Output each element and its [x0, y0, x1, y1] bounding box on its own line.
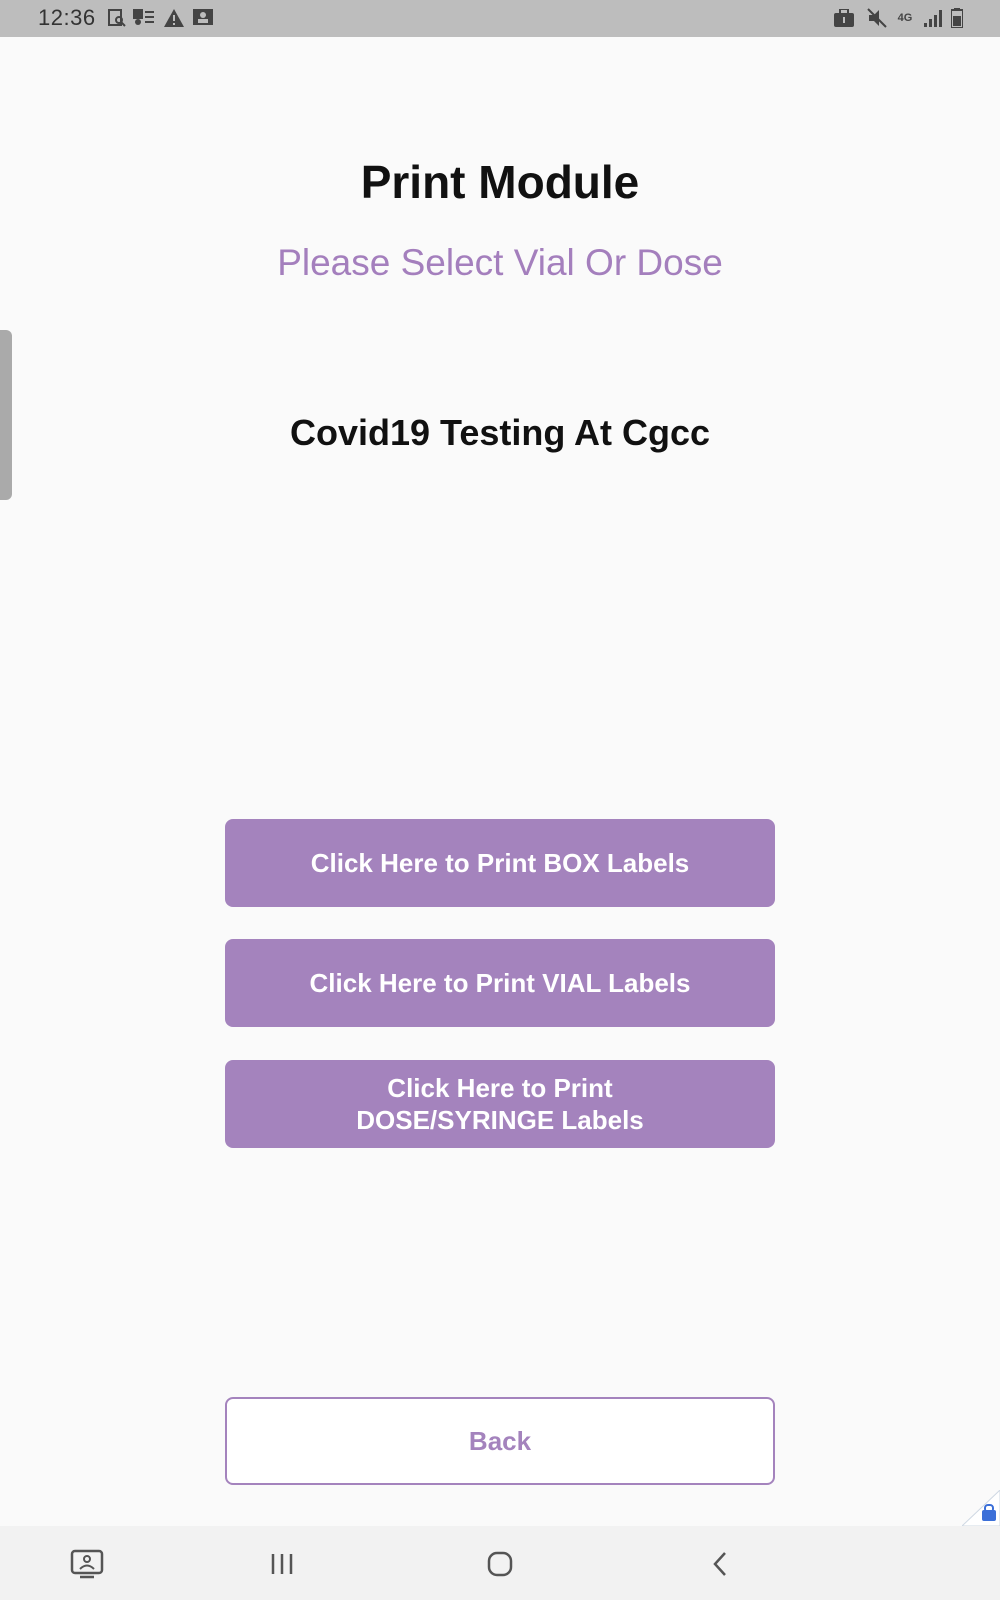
print-vial-labels-label: Click Here to Print VIAL Labels — [309, 968, 691, 998]
home-icon[interactable] — [478, 1542, 522, 1586]
print-dose-labels-button[interactable]: Click Here to Print DOSE/SYRINGE Labels — [225, 1060, 775, 1148]
print-box-labels-label: Click Here to Print BOX Labels — [310, 848, 690, 878]
page-subtitle: Please Select Vial Or Dose — [277, 242, 723, 283]
warning-icon — [163, 8, 185, 28]
signal-icon — [922, 8, 944, 28]
recents-icon[interactable] — [260, 1542, 304, 1586]
page-title: Print Module — [360, 156, 640, 208]
back-icon[interactable] — [698, 1542, 742, 1586]
lock-badge-icon — [962, 1490, 1000, 1526]
back-button[interactable]: Back — [225, 1397, 775, 1485]
4g-lte-icon: 4G — [897, 12, 913, 24]
screen-share-icon — [192, 8, 214, 28]
print-vial-labels-button[interactable]: Click Here to Print VIAL Labels — [225, 939, 775, 1027]
print-dose-labels-label-line1: Click Here to Print — [387, 1073, 613, 1103]
work-profile-icon — [833, 8, 855, 28]
status-time: 12:36 — [38, 5, 96, 30]
status-bar: 12:36 4G — [0, 0, 1000, 37]
mute-icon — [866, 8, 888, 28]
back-button-label: Back — [468, 1425, 532, 1456]
battery-icon — [946, 8, 968, 28]
contacts-icon — [133, 8, 155, 28]
system-nav-bar — [0, 1526, 1000, 1600]
print-dose-labels-label-line2: DOSE/SYRINGE Labels — [356, 1105, 644, 1135]
screen-search-icon — [106, 8, 128, 28]
screenshot-icon[interactable] — [65, 1542, 109, 1586]
print-box-labels-button[interactable]: Click Here to Print BOX Labels — [225, 819, 775, 907]
organization-name: Covid19 Testing At Cgcc — [289, 412, 711, 453]
